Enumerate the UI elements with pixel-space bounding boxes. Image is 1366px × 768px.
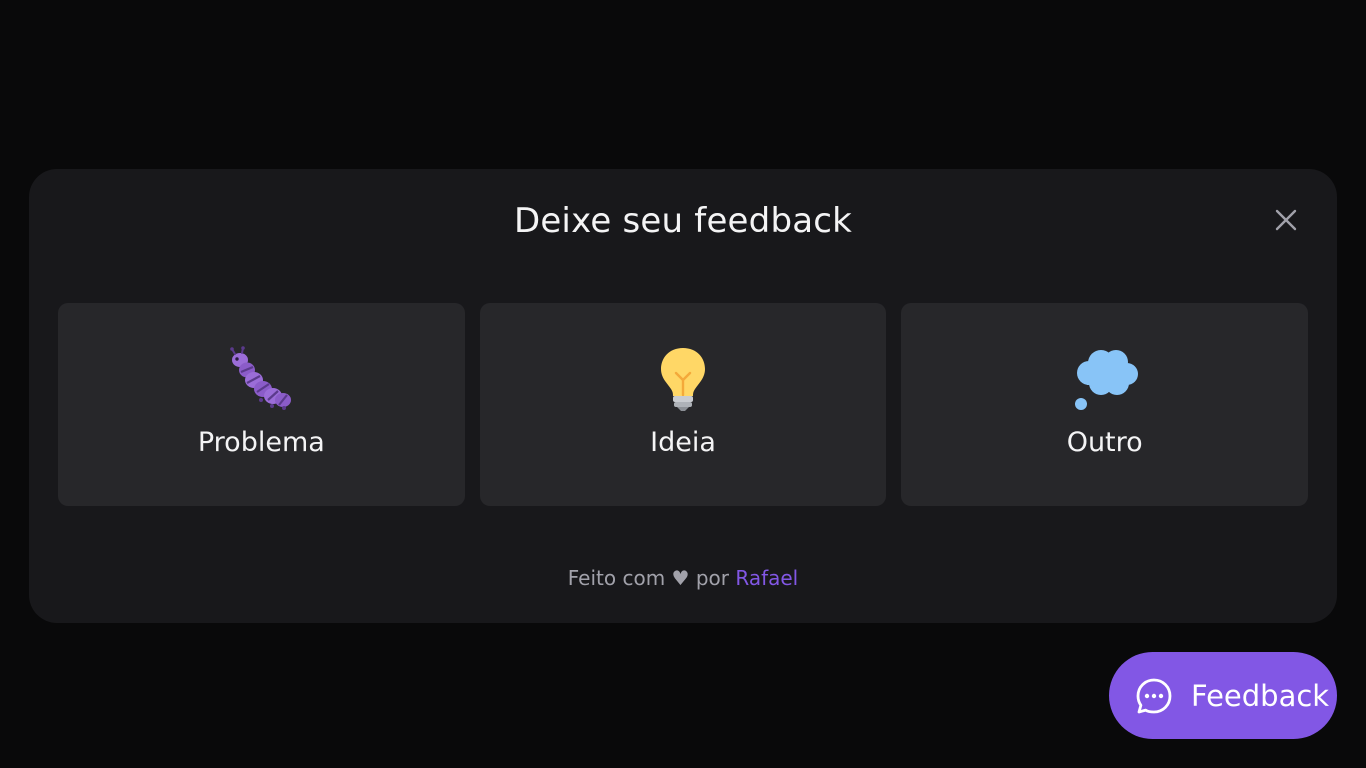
option-outro[interactable]: Outro [901,303,1309,506]
footer-credit: Feito com ♥ por Rafael [29,565,1337,591]
option-label: Problema [197,427,325,458]
feedback-modal: Deixe seu feedback Problema Ideia Outro … [29,169,1337,623]
close-button[interactable] [1271,205,1301,235]
modal-title: Deixe seu feedback [513,201,853,241]
bug-icon [227,345,295,413]
option-label: Outro [1066,427,1143,458]
author-link[interactable]: Rafael [735,566,798,590]
lightbulb-icon [649,345,717,413]
footer-middle: por [695,566,729,590]
option-label: Ideia [650,427,716,458]
feedback-button-label: Feedback [1191,678,1330,713]
thought-bubble-icon [1071,345,1139,413]
heart-icon: ♥ [671,566,690,590]
option-problema[interactable]: Problema [58,303,465,506]
footer-prefix: Feito com [567,566,666,590]
option-ideia[interactable]: Ideia [479,303,887,506]
feedback-type-options: Problema Ideia Outro [58,303,1309,506]
chat-bubble-icon [1136,678,1172,713]
feedback-button[interactable]: Feedback [1109,652,1337,739]
close-icon [1275,209,1297,231]
